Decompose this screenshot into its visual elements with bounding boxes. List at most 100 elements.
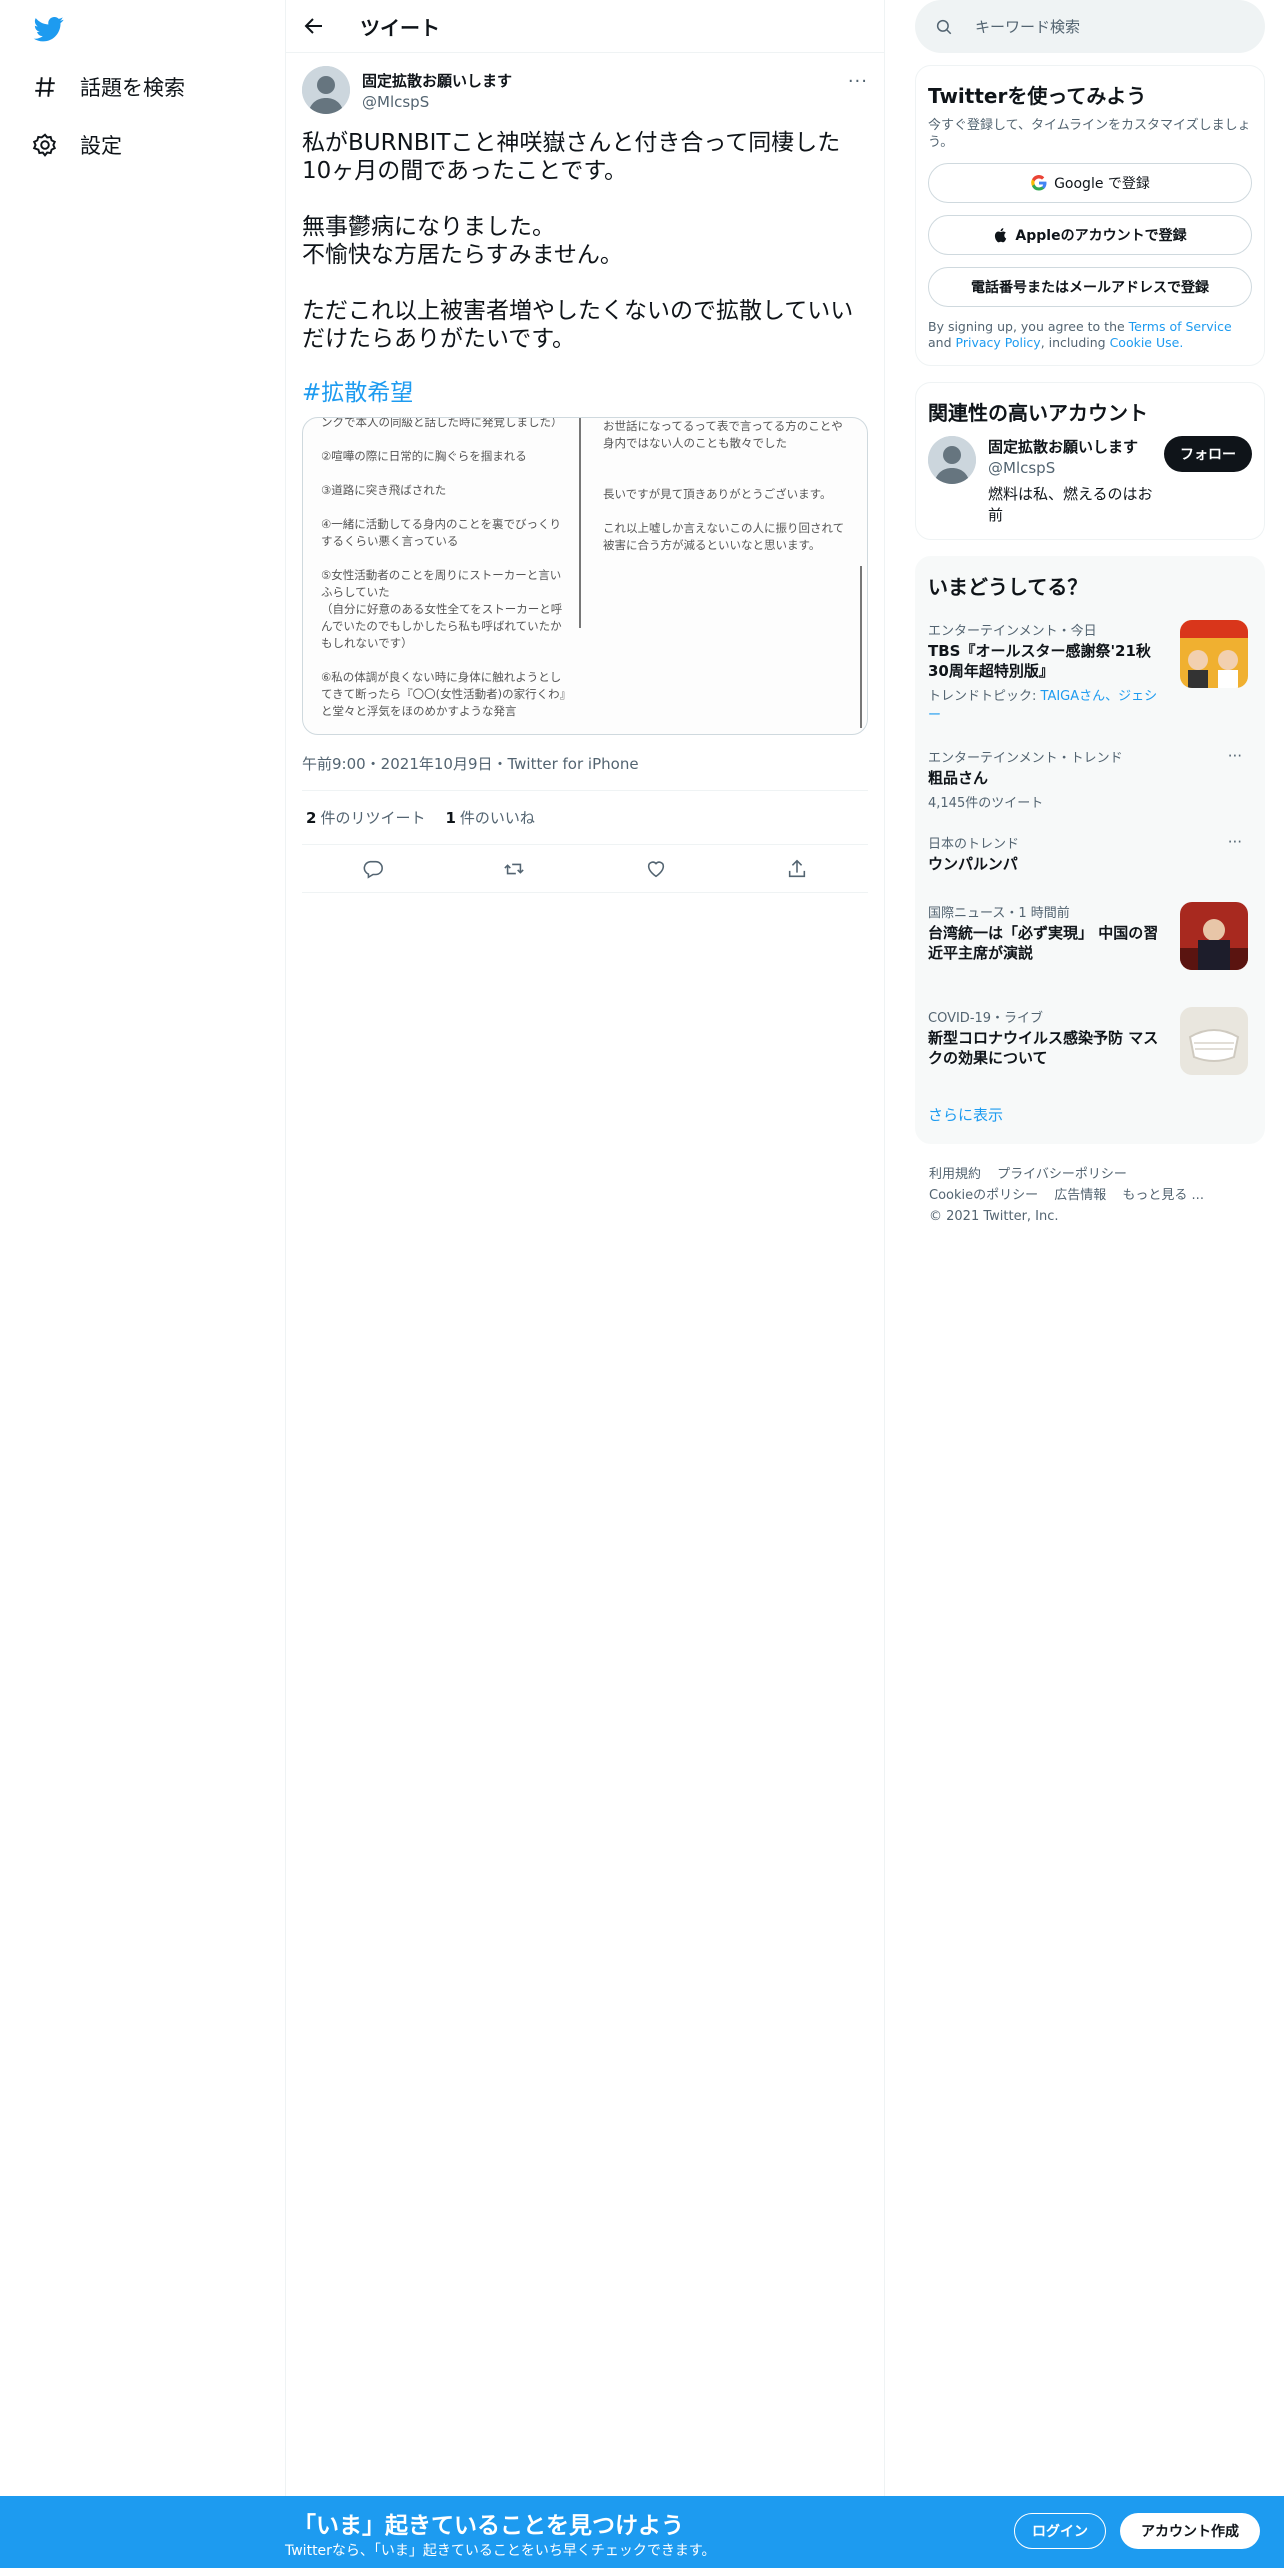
- media-divider: [579, 418, 581, 628]
- trend-sub: 4,145件のツイート: [928, 796, 1044, 811]
- retweet-stat-label: 件のリツイート: [320, 809, 426, 827]
- media-divider: [860, 566, 862, 728]
- trend-title: 粗品さん: [928, 769, 989, 787]
- signup-terms: By signing up, you agree to the Terms of…: [928, 319, 1252, 351]
- media-text-left: ンクで本人の同級と話した時に発覚しました） ②喧嘩の際に日常的に胸ぐらを掴まれる…: [321, 417, 566, 718]
- terms-including: , including: [1040, 335, 1106, 350]
- media-text-right: お世話になってるって表で言ってる方のことや身内ではない人のことも散々でした 長い…: [603, 419, 845, 552]
- nav-settings[interactable]: 設定: [32, 130, 122, 160]
- trend-meta: 日本のトレンド: [928, 837, 1020, 852]
- related-bio: 燃料は私、燃えるのはお前: [988, 485, 1153, 524]
- twitter-logo-icon[interactable]: [32, 14, 66, 44]
- hashtag-link[interactable]: #拡散希望: [302, 373, 868, 407]
- trend-sub: トレンドトピック: TAIGAさん、ジェシー: [928, 685, 1168, 723]
- retweet-stat[interactable]: 2 件のリツイート: [306, 807, 425, 828]
- avatar[interactable]: [302, 66, 350, 114]
- show-more-link[interactable]: さらに表示: [928, 1104, 1252, 1125]
- related-account[interactable]: 固定拡散お願いします @MlcspS 燃料は私、燃えるのはお前 フォロー: [928, 436, 1252, 525]
- apple-signup-button[interactable]: Appleのアカウントで登録: [928, 215, 1252, 255]
- trend-item[interactable]: 日本のトレンド ウンパルンパ ···: [928, 833, 1252, 874]
- search-icon: [936, 19, 952, 34]
- terms-and: and: [928, 335, 952, 350]
- author-handle[interactable]: @MlcspS: [362, 93, 512, 111]
- tweet-actions: [302, 845, 868, 893]
- trend-item[interactable]: エンターテインメント・トレンド 粗品さん 4,145件のツイート ···: [928, 747, 1252, 811]
- more-options-icon[interactable]: ···: [1228, 747, 1242, 765]
- nav-settings-label: 設定: [80, 134, 122, 158]
- like-count: 1: [445, 809, 456, 827]
- signup-desc: 今すぐ登録して、タイムラインをカスタマイズしましょう。: [928, 118, 1251, 150]
- trend-thumbnail: [1180, 902, 1248, 970]
- tweet-media-image[interactable]: ンクで本人の同級と話した時に発覚しました） ②喧嘩の際に日常的に胸ぐらを掴まれる…: [302, 417, 868, 735]
- trend-title: ウンパルンパ: [928, 855, 1018, 873]
- trend-thumbnail: [1180, 620, 1248, 688]
- login-button[interactable]: ログイン: [1014, 2513, 1106, 2549]
- more-options-icon[interactable]: ···: [1228, 833, 1242, 851]
- related-handle[interactable]: @MlcspS: [988, 459, 1164, 477]
- apple-signup-label: Appleのアカウントで登録: [1015, 228, 1187, 244]
- related-name[interactable]: 固定拡散お願いします: [988, 436, 1164, 457]
- like-stat-label: 件のいいね: [459, 809, 535, 827]
- phone-email-signup-label: 電話番号またはメールアドレスで登録: [971, 280, 1209, 296]
- terms-of-service-link[interactable]: Terms of Service: [1129, 319, 1232, 334]
- trends-panel: いまどうしてる？ エンターテインメント・今日 TBS『オールスター感謝祭'21秋…: [915, 556, 1265, 1144]
- footer-ads-link[interactable]: 広告情報: [1054, 1188, 1106, 1203]
- follow-button[interactable]: フォロー: [1164, 436, 1252, 472]
- default-avatar-icon: [928, 436, 976, 484]
- nav-explore[interactable]: 話題を検索: [32, 72, 185, 102]
- footer-more-link[interactable]: もっと見る ...: [1122, 1188, 1204, 1203]
- trend-item[interactable]: COVID-19・ライブ 新型コロナウイルス感染予防 マスクの効果について: [928, 1007, 1252, 1075]
- retweet-count: 2: [306, 809, 317, 827]
- trend-meta: エンターテインメント・トレンド: [928, 751, 1123, 766]
- right-sidebar: キーワード検索 Twitterを使ってみよう 今すぐ登録して、タイムラインをカス…: [915, 0, 1265, 1227]
- tweet: 固定拡散お願いします @MlcspS ··· 私がBURNBITこと神咲嶽さんと…: [286, 53, 884, 893]
- search-input[interactable]: キーワード検索: [915, 0, 1265, 53]
- retweet-icon[interactable]: [503, 858, 525, 880]
- more-options-icon[interactable]: ···: [848, 71, 868, 92]
- tweet-author: 固定拡散お願いします @MlcspS ···: [302, 65, 868, 115]
- trend-title: 台湾統一は「必ず実現」 中国の習近平主席が演説: [928, 924, 1159, 962]
- google-signup-label: Google で登録: [1054, 176, 1150, 192]
- share-icon[interactable]: [786, 858, 808, 880]
- bottom-bar-subtitle: Twitterなら、「いま」起きていることをいち早くチェックできます。: [285, 2543, 716, 2559]
- google-signup-button[interactable]: Google で登録: [928, 163, 1252, 203]
- trend-thumbnail: [1180, 1007, 1248, 1075]
- left-sidebar: 話題を検索 設定: [0, 0, 285, 2568]
- footer-cookie-link[interactable]: Cookieのポリシー: [929, 1188, 1038, 1203]
- reply-icon[interactable]: [362, 858, 384, 880]
- hashtag-icon: [35, 77, 55, 97]
- trends-title: いまどうしてる？: [928, 575, 1088, 599]
- signup-title: Twitterを使ってみよう: [928, 84, 1147, 108]
- main-column: ツイート 固定拡散お願いします @MlcspS ··· 私がBURNBITこと神…: [285, 0, 885, 2496]
- trend-sub-prefix: トレンドトピック:: [928, 689, 1041, 704]
- tweet-timestamp[interactable]: 午前9:00・2021年10月9日・Twitter for iPhone: [302, 753, 868, 791]
- bottom-signup-bar: 「いま」起きていることを見つけよう Twitterなら、「いま」起きていることを…: [0, 2496, 1284, 2568]
- phone-email-signup-button[interactable]: 電話番号またはメールアドレスで登録: [928, 267, 1252, 307]
- back-arrow-icon[interactable]: [302, 14, 326, 38]
- heart-icon[interactable]: [645, 858, 667, 880]
- signup-button[interactable]: アカウント作成: [1120, 2513, 1260, 2549]
- signup-panel: Twitterを使ってみよう 今すぐ登録して、タイムラインをカスタマイズしましょ…: [915, 65, 1265, 366]
- privacy-policy-link[interactable]: Privacy Policy: [956, 335, 1041, 350]
- footer-privacy-link[interactable]: プライバシーポリシー: [997, 1167, 1127, 1182]
- cookie-use-link[interactable]: Cookie Use.: [1110, 335, 1184, 350]
- page-title: ツイート: [360, 15, 440, 40]
- terms-prefix: By signing up, you agree to the: [928, 319, 1125, 334]
- related-title: 関連性の高いアカウント: [928, 401, 1148, 425]
- trend-title: TBS『オールスター感謝祭'21秋 30周年超特別版』: [928, 642, 1151, 680]
- nav-explore-label: 話題を検索: [80, 76, 185, 100]
- avatar[interactable]: [928, 436, 976, 484]
- trend-item[interactable]: 国際ニュース・1 時間前 台湾統一は「必ず実現」 中国の習近平主席が演説: [928, 902, 1252, 970]
- author-name[interactable]: 固定拡散お願いします: [362, 70, 512, 91]
- like-stat[interactable]: 1 件のいいね: [445, 807, 534, 828]
- footer: 利用規約 プライバシーポリシー Cookieのポリシー 広告情報 もっと見る .…: [915, 1164, 1265, 1227]
- google-icon: [1031, 175, 1047, 191]
- footer-terms-link[interactable]: 利用規約: [929, 1167, 981, 1182]
- trend-title: 新型コロナウイルス感染予防 マスクの効果について: [928, 1029, 1159, 1067]
- page-header: ツイート: [286, 0, 884, 53]
- search-placeholder: キーワード検索: [975, 18, 1081, 36]
- related-accounts-panel: 関連性の高いアカウント 固定拡散お願いします @MlcspS 燃料は私、燃えるの…: [915, 382, 1265, 540]
- trend-item[interactable]: エンターテインメント・今日 TBS『オールスター感謝祭'21秋 30周年超特別版…: [928, 620, 1252, 723]
- tweet-stats: 2 件のリツイート 1 件のいいね: [302, 791, 868, 845]
- footer-copyright: © 2021 Twitter, Inc.: [929, 1209, 1059, 1224]
